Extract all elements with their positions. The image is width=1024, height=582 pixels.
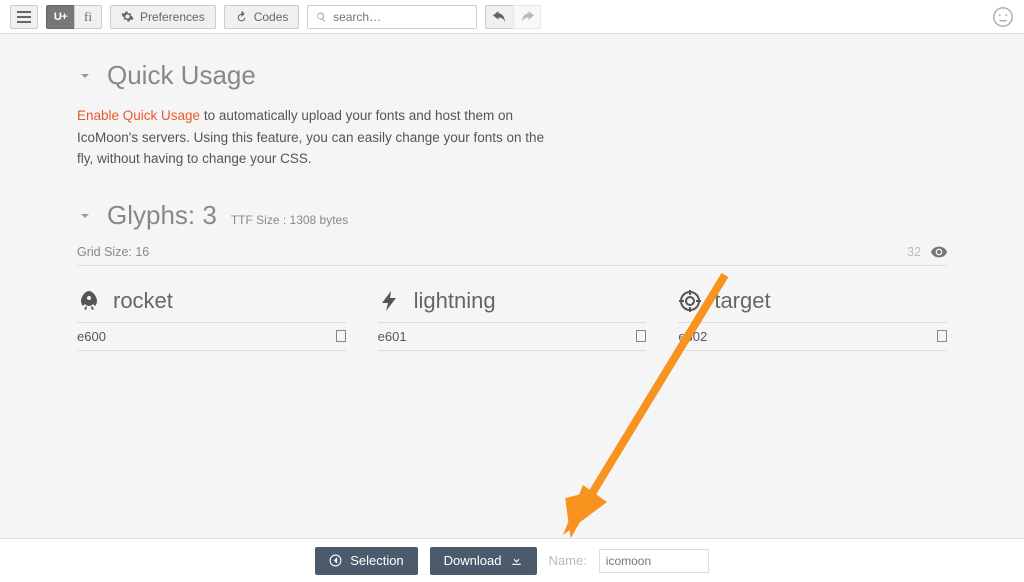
unicode-icon: U+ [54,11,67,23]
target-icon [678,289,702,313]
glyph-code-row [378,329,647,351]
footer-bar: Selection Download Name: [0,538,1024,582]
redo-icon [521,11,534,22]
preferences-label: Preferences [140,10,205,24]
glyph-name-input[interactable] [414,288,647,314]
reset-icon [235,10,248,23]
quick-usage-description: Enable Quick Usage to automatically uplo… [77,105,547,170]
glyph-grid [77,288,947,351]
download-label: Download [444,553,502,568]
glyph-code-input[interactable] [678,329,937,344]
selection-button[interactable]: Selection [315,547,417,575]
back-icon [329,554,342,567]
codes-button[interactable]: Codes [224,5,300,29]
enable-quick-usage-link[interactable]: Enable Quick Usage [77,108,200,123]
ligature-icon: fi [84,9,92,25]
quick-usage-section: Quick Usage Enable Quick Usage to automa… [77,60,947,170]
quick-usage-header[interactable]: Quick Usage [77,60,947,91]
code-mode-group: U+ fi [46,5,102,29]
glyphs-title: Glyphs: 3 [107,200,217,231]
ligature-mode-button[interactable]: fi [74,5,102,29]
glyph-preview-box [937,330,947,342]
glyph-name-row [678,288,947,323]
undo-button[interactable] [485,5,513,29]
rocket-icon [77,289,101,313]
grid-size-label: Grid Size: 16 [77,245,149,259]
selection-label: Selection [350,553,403,568]
glyph-name-input[interactable] [113,288,346,314]
menu-icon [17,11,31,23]
download-button[interactable]: Download [430,547,537,575]
glyph-name-input[interactable] [714,288,947,314]
codes-label: Codes [254,10,289,24]
top-toolbar: U+ fi Preferences Codes [0,0,1024,34]
glyph-preview-box [336,330,346,342]
glyph-code-input[interactable] [378,329,637,344]
redo-button[interactable] [513,5,541,29]
glyph-item [678,288,947,351]
font-name-input[interactable] [599,549,709,573]
glyph-code-input[interactable] [77,329,336,344]
undo-redo-group [485,5,541,29]
name-label: Name: [549,553,587,568]
chevron-down-icon [77,68,93,84]
account-icon[interactable] [992,6,1014,28]
glyph-item [378,288,647,351]
grid-size-row: Grid Size: 16 32 [77,245,947,266]
glyphs-header[interactable]: Glyphs: 3 TTF Size : 1308 bytes [77,200,947,231]
eye-icon[interactable] [931,246,947,258]
search-icon [316,11,327,23]
grid-size-value: 32 [907,245,921,259]
undo-icon [493,11,506,22]
preferences-button[interactable]: Preferences [110,5,216,29]
glyph-preview-box [636,330,646,342]
glyphs-section: Glyphs: 3 TTF Size : 1308 bytes Grid Siz… [77,200,947,351]
glyph-name-row [378,288,647,323]
glyph-item [77,288,346,351]
quick-usage-title: Quick Usage [107,60,256,91]
search-field[interactable] [307,5,477,29]
main-content: Quick Usage Enable Quick Usage to automa… [0,34,1024,451]
download-icon [510,554,523,567]
search-input[interactable] [333,10,468,24]
glyph-name-row [77,288,346,323]
menu-button[interactable] [10,5,38,29]
glyph-code-row [678,329,947,351]
glyph-code-row [77,329,346,351]
ttf-size-label: TTF Size : 1308 bytes [231,213,348,227]
gear-icon [121,10,134,23]
chevron-down-icon [77,208,93,224]
unicode-mode-button[interactable]: U+ [46,5,74,29]
lightning-icon [378,289,402,313]
